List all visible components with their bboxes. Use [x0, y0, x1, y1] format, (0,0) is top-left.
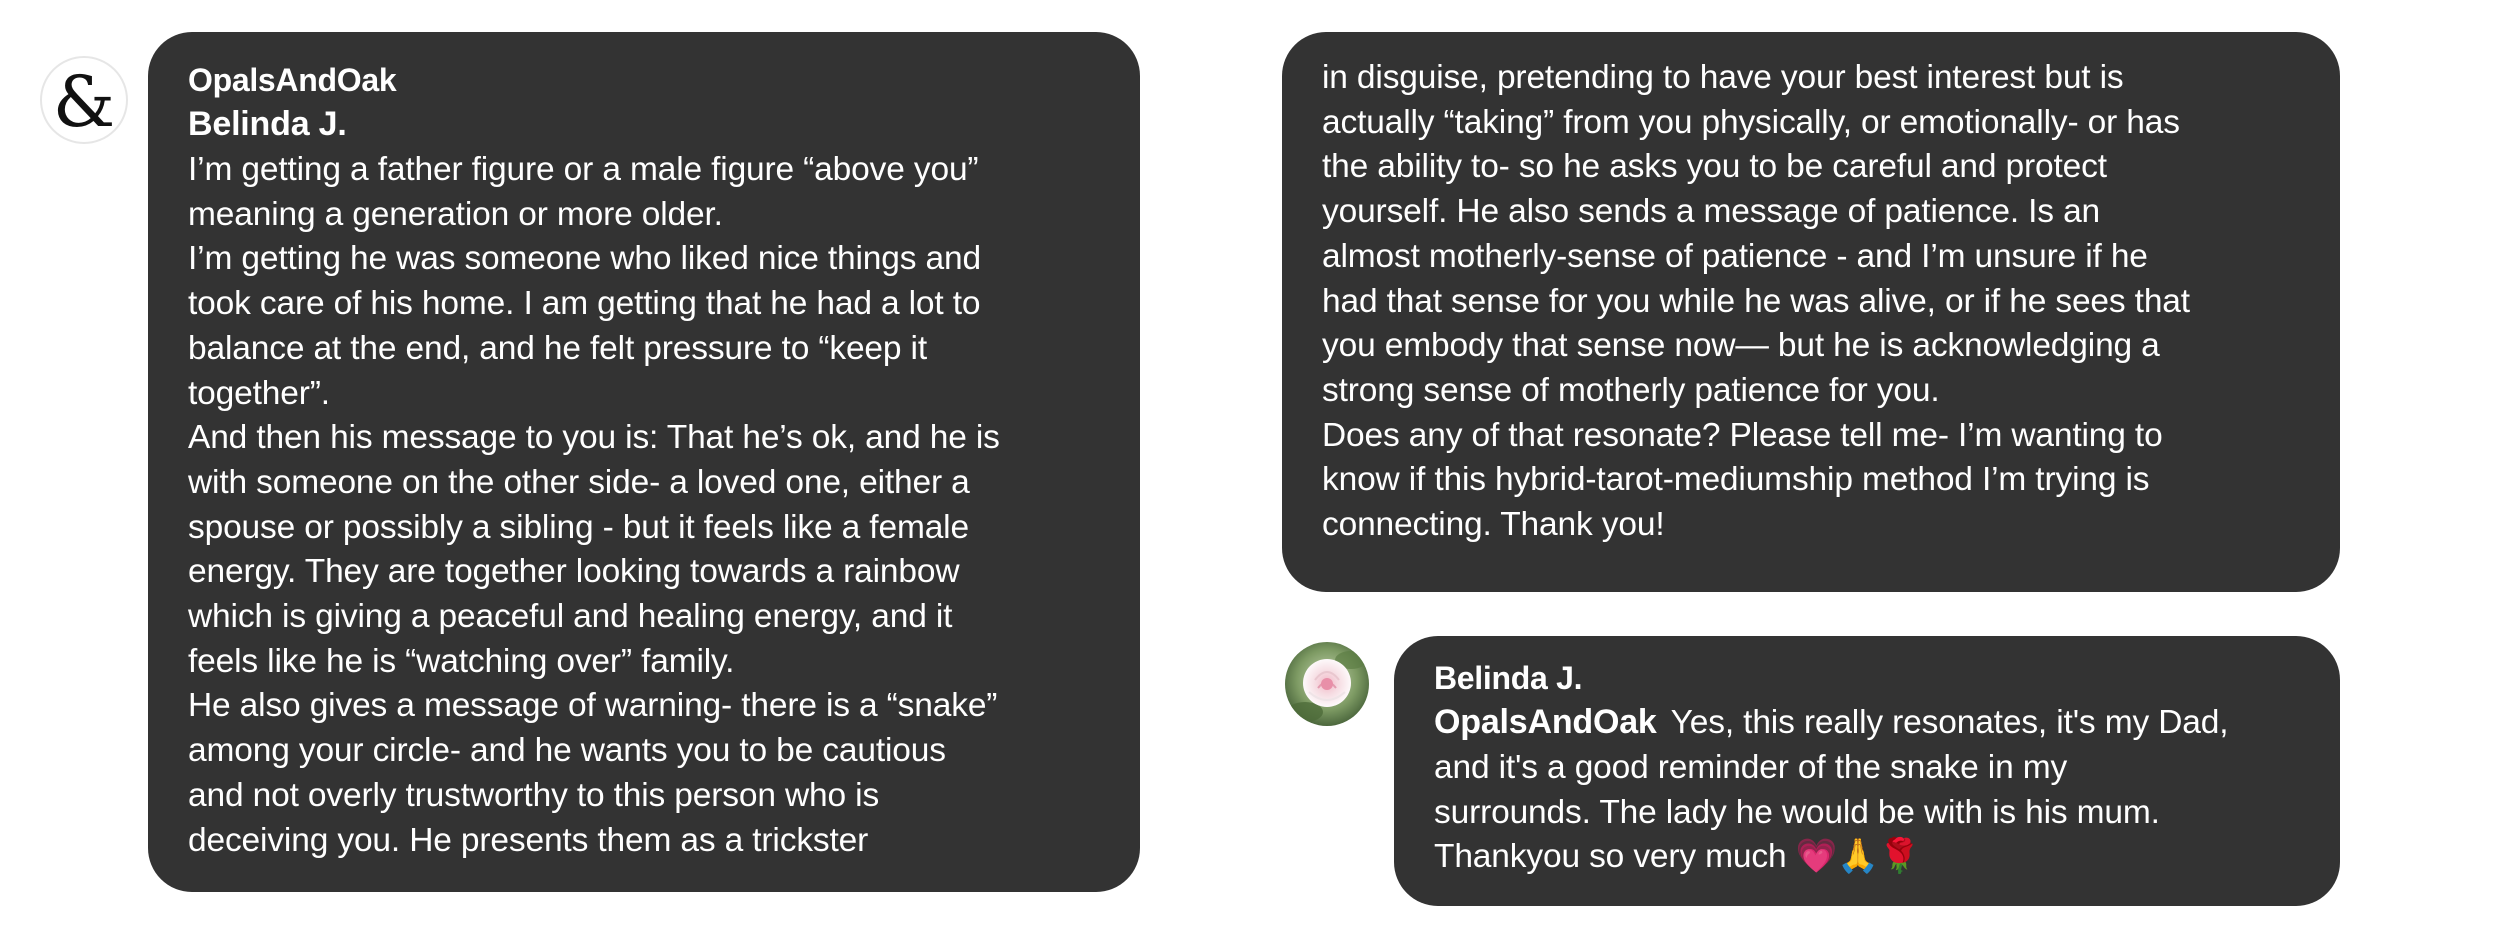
comment-line: actually “taking” from you physically, o… [1322, 103, 2180, 141]
comment-mention[interactable]: Belinda J. [188, 100, 1104, 148]
comment-line: almost motherly-sense of patience - and … [1322, 237, 2148, 275]
comment-line: took care of his home. I am getting that… [188, 285, 981, 323]
reply-bubble-belinda: Belinda J. OpalsAndOak Yes, this really r… [1394, 636, 2340, 906]
reply-line: Thankyou so very much 💗🙏🌹 [1434, 838, 1921, 876]
comment-bubble-opalsandoak: OpalsAndOak Belinda J. I’m getting a fat… [148, 32, 1140, 892]
comment-line: in disguise, pretending to have your bes… [1322, 59, 2124, 96]
rose-avatar-icon [1285, 642, 1369, 726]
comment-line: meaning a generation or more older. [188, 195, 723, 233]
comment-bubble-continuation: in disguise, pretending to have your bes… [1282, 32, 2340, 592]
reply-author[interactable]: Belinda J. [1434, 658, 2306, 698]
comment-line: connecting. Thank you! [1322, 506, 1665, 544]
reply-line: Yes, this really resonates, it's my Dad, [1670, 704, 2229, 741]
comment-line: the ability to- so he asks you to be car… [1322, 148, 2107, 186]
comment-line: among your circle- and he wants you to b… [188, 732, 946, 770]
comment-line: And then his message to you is: That he’… [188, 419, 1000, 457]
comment-line: deceiving you. He presents them as a tri… [188, 821, 869, 859]
comment-line: with someone on the other side- a loved … [188, 463, 970, 501]
comment-author[interactable]: OpalsAndOak [188, 60, 1104, 100]
reply-body: OpalsAndOak Yes, this really resonates, i… [1434, 698, 2306, 880]
comment-line: energy. They are together looking toward… [188, 553, 960, 591]
reply-line: and it's a good reminder of the snake in… [1434, 749, 2068, 786]
reply-line: surrounds. The lady he would be with is … [1434, 793, 2160, 831]
comment-line: feels like he is “watching over” family. [188, 642, 735, 680]
comment-line: which is giving a peaceful and healing e… [188, 598, 953, 636]
reply-mention[interactable]: OpalsAndOak [1434, 703, 1657, 741]
comment-line: had that sense for you while he was aliv… [1322, 282, 2190, 320]
reply-first-line: OpalsAndOak Yes, this really resonates, i… [1434, 698, 2306, 746]
comment-line: together”. [188, 374, 330, 412]
comment-line: balance at the end, and he felt pressure… [188, 329, 927, 367]
comment-line: Does any of that resonate? Please tell m… [1322, 416, 2163, 454]
comment-line: know if this hybrid-tarot-mediumship met… [1322, 461, 2150, 499]
avatar-opalsandoak[interactable]: & [40, 56, 128, 144]
comment-line: you embody that sense now— but he is ack… [1322, 327, 2160, 365]
avatar-belinda[interactable] [1285, 642, 1369, 726]
comment-body: in disguise, pretending to have your bes… [1322, 56, 2304, 548]
comment-line: and not overly trustworthy to this perso… [188, 776, 880, 814]
comment-line: He also gives a message of warning- ther… [188, 687, 998, 725]
comment-body: I’m getting a father figure or a male fi… [188, 148, 1104, 863]
ampersand-logo-icon: & [52, 61, 116, 143]
comment-line: strong sense of motherly patience for yo… [1322, 371, 1940, 409]
comment-line: I’m getting he was someone who liked nic… [188, 240, 981, 278]
comment-line: spouse or possibly a sibling - but it fe… [188, 508, 969, 546]
comment-line: I’m getting a father figure or a male fi… [188, 151, 979, 188]
comment-line: yourself. He also sends a message of pat… [1322, 193, 2101, 231]
